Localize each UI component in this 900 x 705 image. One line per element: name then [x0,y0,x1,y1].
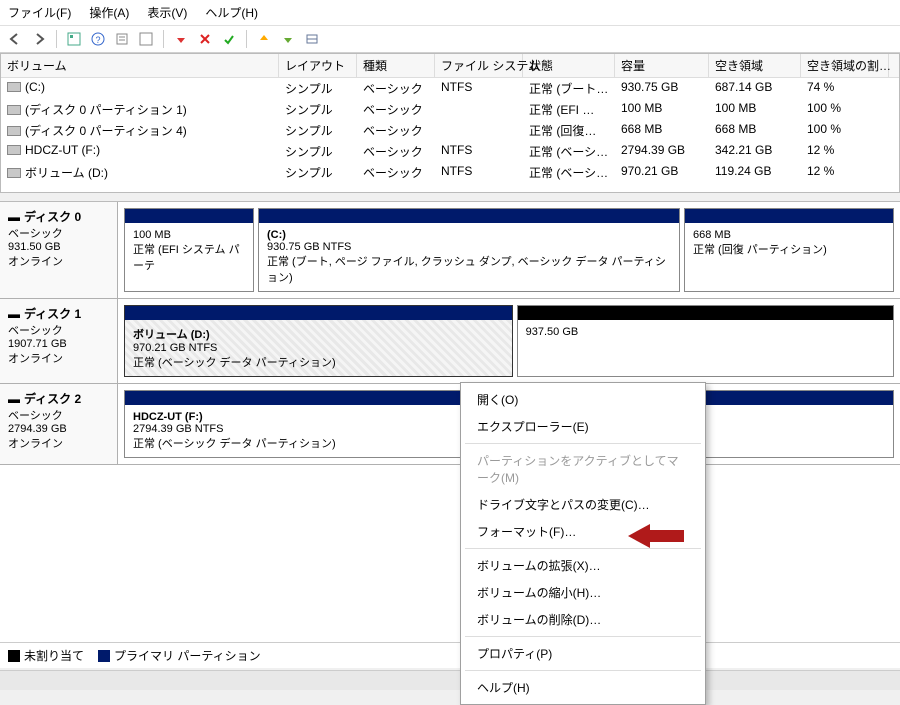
table-row[interactable]: ボリューム (D:)シンプルベーシックNTFS正常 (ベーシ…970.21 GB… [1,162,899,183]
menu-view[interactable]: 表示(V) [145,2,189,23]
header-filesystem[interactable]: ファイル システム [435,54,523,77]
tree-icon[interactable] [65,30,83,48]
menu-mark-active: パーティションをアクティブとしてマーク(M) [461,447,705,491]
legend-swatch-primary [98,650,110,662]
header-free[interactable]: 空き領域 [709,54,801,77]
status-bar [0,670,900,690]
action-icon[interactable] [172,30,190,48]
menu-shrink-volume[interactable]: ボリュームの縮小(H)… [461,579,705,606]
menu-extend-volume[interactable]: ボリュームの拡張(X)… [461,552,705,579]
header-status[interactable]: 状態 [523,54,615,77]
table-row[interactable]: (C:)シンプルベーシックNTFS正常 (ブート…930.75 GB687.14… [1,78,899,99]
disk-icon: ▬ [8,307,20,321]
help-icon[interactable]: ? [89,30,107,48]
legend-unallocated: 未割り当て [24,649,84,663]
partition-d0-efi[interactable]: 100 MB 正常 (EFI システム パーテ [124,208,254,292]
disk-icon: ▬ [8,210,20,224]
volume-list: ボリューム レイアウト 種類 ファイル システム 状態 容量 空き領域 空き領域… [0,53,900,193]
disk-row-2: ▬ディスク 2 ベーシック 2794.39 GB オンライン HDCZ-UT (… [0,384,900,465]
partition-d1-unallocated[interactable]: 937.50 GB [517,305,894,377]
menu-delete-volume[interactable]: ボリュームの削除(D)… [461,606,705,633]
header-capacity[interactable]: 容量 [615,54,709,77]
table-row[interactable]: (ディスク 0 パーティション 4)シンプルベーシック正常 (回復…668 MB… [1,120,899,141]
disk-map: ▬ディスク 0 ベーシック 931.50 GB オンライン 100 MB 正常 … [0,201,900,649]
menu-open[interactable]: 開く(O) [461,386,705,413]
menu-action[interactable]: 操作(A) [87,2,131,23]
drive-icon [7,82,21,92]
disk-label-0[interactable]: ▬ディスク 0 ベーシック 931.50 GB オンライン [0,202,118,298]
toolbar: ? [0,26,900,53]
partition-d0-c[interactable]: (C:) 930.75 GB NTFS 正常 (ブート, ページ ファイル, ク… [258,208,680,292]
forward-icon[interactable] [30,30,48,48]
menu-properties[interactable]: プロパティ(P) [461,640,705,667]
menu-file[interactable]: ファイル(F) [6,2,73,23]
header-freepct[interactable]: 空き領域の割… [801,54,889,77]
legend-swatch-unallocated [8,650,20,662]
header-volume[interactable]: ボリューム [1,54,279,77]
callout-arrow-icon [628,520,684,555]
svg-text:?: ? [95,35,100,45]
drive-icon [7,145,21,155]
disk-row-0: ▬ディスク 0 ベーシック 931.50 GB オンライン 100 MB 正常 … [0,202,900,299]
header-layout[interactable]: レイアウト [279,54,357,77]
disk-label-1[interactable]: ▬ディスク 1 ベーシック 1907.71 GB オンライン [0,299,118,383]
drive-icon [7,105,21,115]
table-row[interactable]: (ディスク 0 パーティション 1)シンプルベーシック正常 (EFI …100 … [1,99,899,120]
header-type[interactable]: 種類 [357,54,435,77]
refresh-icon[interactable] [137,30,155,48]
partition-d0-recovery[interactable]: 668 MB 正常 (回復 パーティション) [684,208,894,292]
table-row[interactable]: HDCZ-UT (F:)シンプルベーシックNTFS正常 (ベーシ…2794.39… [1,141,899,162]
properties-icon[interactable] [113,30,131,48]
menu-change-letter[interactable]: ドライブ文字とパスの変更(C)… [461,491,705,518]
up-icon[interactable] [255,30,273,48]
down-icon[interactable] [279,30,297,48]
disk-row-1: ▬ディスク 1 ベーシック 1907.71 GB オンライン ボリューム (D:… [0,299,900,384]
drive-icon [7,168,21,178]
list-header: ボリューム レイアウト 種類 ファイル システム 状態 容量 空き領域 空き領域… [1,54,899,78]
delete-icon[interactable] [196,30,214,48]
check-icon[interactable] [220,30,238,48]
legend-primary: プライマリ パーティション [114,649,261,663]
list-icon[interactable] [303,30,321,48]
legend: 未割り当て プライマリ パーティション [0,642,900,668]
menu-explorer[interactable]: エクスプローラー(E) [461,413,705,440]
menu-help[interactable]: ヘルプ(H) [461,674,705,701]
drive-icon [7,126,21,136]
menu-help[interactable]: ヘルプ(H) [203,2,260,23]
back-icon[interactable] [6,30,24,48]
disk-label-2[interactable]: ▬ディスク 2 ベーシック 2794.39 GB オンライン [0,384,118,464]
menu-bar: ファイル(F) 操作(A) 表示(V) ヘルプ(H) [0,0,900,26]
disk-icon: ▬ [8,392,20,406]
partition-d1-d[interactable]: ボリューム (D:) 970.21 GB NTFS 正常 (ベーシック データ … [124,305,513,377]
